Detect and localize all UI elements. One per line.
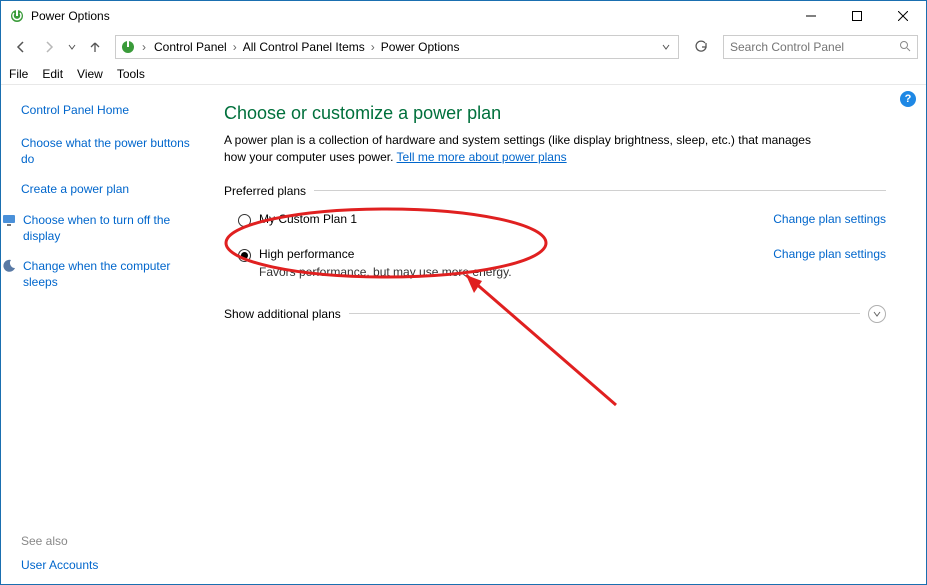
- chevron-right-icon[interactable]: ›: [140, 40, 148, 54]
- main-panel: Choose or customize a power plan A power…: [216, 85, 926, 584]
- user-accounts-link[interactable]: User Accounts: [21, 558, 98, 572]
- task-display-off-link[interactable]: Choose when to turn off the display: [23, 212, 206, 244]
- preferred-plans-header: Preferred plans: [224, 184, 886, 198]
- see-also-label: See also: [21, 534, 98, 548]
- menu-file[interactable]: File: [9, 67, 28, 81]
- divider: [314, 190, 886, 191]
- up-button[interactable]: [83, 35, 107, 59]
- plan-radio[interactable]: [238, 249, 251, 262]
- sidebar: Control Panel Home Choose what the power…: [1, 85, 216, 584]
- plan-name[interactable]: My Custom Plan 1: [259, 212, 753, 226]
- plan-radio[interactable]: [238, 214, 251, 227]
- chevron-right-icon: ›: [369, 40, 377, 54]
- plan-description: Favors performance, but may use more ene…: [259, 265, 753, 279]
- chevron-right-icon: ›: [231, 40, 239, 54]
- power-options-icon: [9, 8, 25, 24]
- plan-row: My Custom Plan 1 Change plan settings: [224, 208, 886, 243]
- show-additional-plans-row[interactable]: Show additional plans: [224, 305, 886, 323]
- breadcrumb-item[interactable]: All Control Panel Items: [241, 40, 367, 54]
- display-icon: [1, 212, 17, 228]
- breadcrumb-box[interactable]: › Control Panel › All Control Panel Item…: [115, 35, 679, 59]
- address-bar: › Control Panel › All Control Panel Item…: [1, 31, 926, 63]
- plan-name[interactable]: High performance: [259, 247, 753, 261]
- task-sleep-link[interactable]: Change when the computer sleeps: [23, 258, 206, 290]
- breadcrumb-item[interactable]: Power Options: [379, 40, 462, 54]
- search-input[interactable]: [730, 40, 899, 54]
- divider: [349, 313, 860, 314]
- page-description: A power plan is a collection of hardware…: [224, 132, 824, 166]
- task-power-buttons-link[interactable]: Choose what the power buttons do: [21, 135, 206, 167]
- window-title: Power Options: [31, 9, 788, 23]
- show-additional-plans-label[interactable]: Show additional plans: [224, 307, 341, 321]
- content-area: ? Control Panel Home Choose what the pow…: [1, 85, 926, 584]
- menu-view[interactable]: View: [77, 67, 103, 81]
- page-title: Choose or customize a power plan: [224, 103, 886, 124]
- window-controls: [788, 1, 926, 31]
- control-panel-home-link[interactable]: Control Panel Home: [21, 103, 206, 117]
- title-bar: Power Options: [1, 1, 926, 31]
- change-plan-settings-link[interactable]: Change plan settings: [773, 247, 886, 261]
- plan-row: High performance Favors performance, but…: [224, 243, 886, 295]
- chevron-down-icon[interactable]: [868, 305, 886, 323]
- sleep-icon: [1, 258, 17, 274]
- address-dropdown-button[interactable]: [658, 43, 674, 51]
- maximize-button[interactable]: [834, 1, 880, 31]
- back-button[interactable]: [9, 35, 33, 59]
- tell-me-more-link[interactable]: Tell me more about power plans: [397, 150, 567, 164]
- breadcrumb-item[interactable]: Control Panel: [152, 40, 229, 54]
- change-plan-settings-link[interactable]: Change plan settings: [773, 212, 886, 226]
- preferred-plans-label: Preferred plans: [224, 184, 306, 198]
- menu-tools[interactable]: Tools: [117, 67, 145, 81]
- task-create-plan-link[interactable]: Create a power plan: [21, 181, 206, 197]
- power-options-icon: [120, 39, 136, 55]
- close-button[interactable]: [880, 1, 926, 31]
- sidebar-footer: See also User Accounts: [21, 534, 98, 572]
- breadcrumb: Control Panel › All Control Panel Items …: [152, 40, 654, 54]
- search-box[interactable]: [723, 35, 918, 59]
- recent-locations-button[interactable]: [65, 43, 79, 51]
- minimize-button[interactable]: [788, 1, 834, 31]
- menu-edit[interactable]: Edit: [42, 67, 63, 81]
- menu-bar: File Edit View Tools: [1, 63, 926, 85]
- forward-button[interactable]: [37, 35, 61, 59]
- search-icon: [899, 40, 911, 55]
- refresh-button[interactable]: [689, 35, 713, 59]
